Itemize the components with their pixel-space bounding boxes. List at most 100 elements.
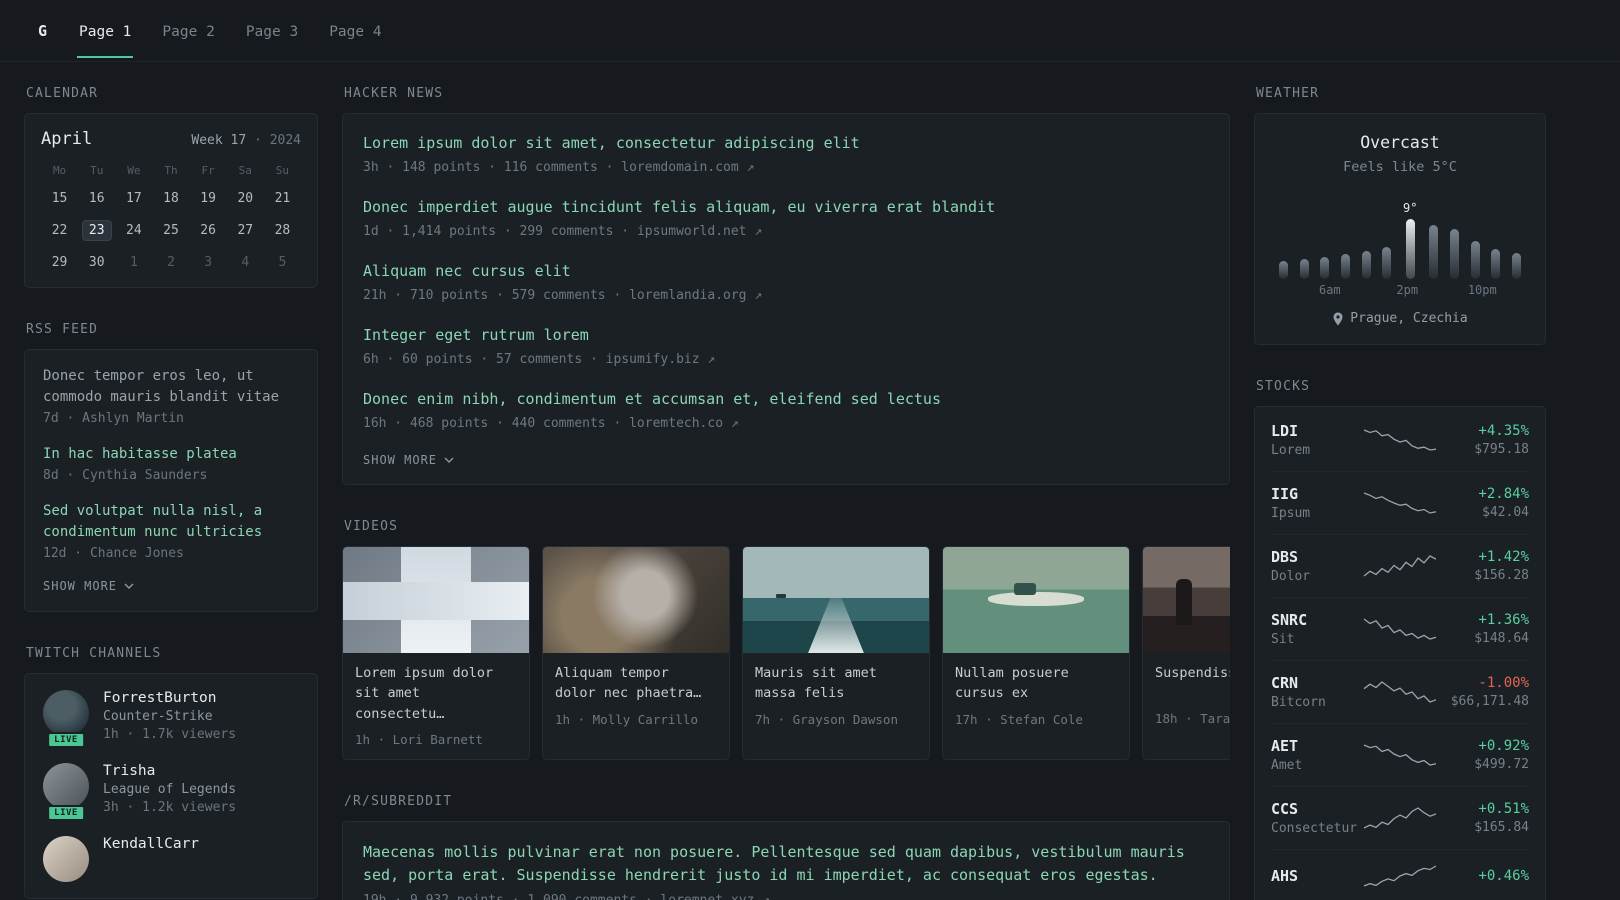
dashboard: G Page 1 Page 2 Page 3 Page 4 CALENDAR A… [0,0,1620,900]
video-body: Nullam posuere cursus ex 17h · Stefan Co… [943,653,1129,739]
stock-row[interactable]: SNRC Sit +1.36% $148.64 [1271,598,1529,661]
calendar-day: 22 [51,223,68,238]
hackernews-item-title[interactable]: Lorem ipsum dolor sit amet, consectetur … [363,133,1209,154]
hackernews-item-meta: 21h · 710 points · 579 comments · loreml… [363,288,1209,303]
live-badge: LIVE [47,732,85,748]
twitch-widget: TWITCH CHANNELS LIVE ForrestBurton Count… [24,646,318,899]
stock-price: $66,171.48 [1450,694,1529,709]
video-thumbnail[interactable] [343,547,529,653]
tab-page-3[interactable]: Page 3 [244,4,300,58]
stock-row[interactable]: AET Amet +0.92% $499.72 [1271,724,1529,787]
stock-symbol: LDI [1271,422,1299,440]
stock-symbol: DBS [1271,548,1299,566]
calendar-section-title: CALENDAR [26,86,99,101]
stock-row[interactable]: CRN Bitcorn -1.00% $66,171.48 [1271,661,1529,724]
stock-row[interactable]: DBS Dolor +1.42% $156.28 [1271,535,1529,598]
video-title[interactable]: Lorem ipsum dolor sit amet consectetu… [355,663,517,724]
stocks-card: LDI Lorem +4.35% $795.18 IIG Ipsum +2.84… [1254,406,1546,900]
hackernews-item-title[interactable]: Aliquam nec cursus elit [363,261,1209,282]
video-body: Aliquam tempor dolor nec phaetra… 1h · M… [543,653,729,739]
avatar [43,763,89,809]
stock-row[interactable]: CCS Consectetur +0.51% $165.84 [1271,787,1529,850]
rss-item-title[interactable]: Donec tempor eros leo, ut commodo mauris… [43,366,299,408]
video-card[interactable]: Aliquam tempor dolor nec phaetra… 1h · M… [542,546,730,760]
stock-symbol: CCS [1271,800,1299,818]
channel-meta: 3h · 1.2k viewers [103,800,237,815]
item-source: ipsumworld.net [636,224,747,239]
video-card[interactable]: Mauris sit amet massa felis 7h · Grayson… [742,546,930,760]
twitch-section-title: TWITCH CHANNELS [26,646,162,661]
avatar [43,690,89,736]
video-card[interactable]: Lorem ipsum dolor sit amet consectetu… 1… [342,546,530,760]
item-source: loremlandia.org [629,288,747,303]
weather-bar-column [1511,253,1521,279]
weather-location-text: Prague, Czechia [1350,311,1468,326]
hackernews-show-more-button[interactable]: SHOW MORE [363,453,1209,467]
item-source-link[interactable]: loremtech.co ↗ [629,416,739,431]
subreddit-post-title[interactable]: Maecenas mollis pulvinar erat non posuer… [363,841,1209,888]
video-thumbnail[interactable] [743,547,929,653]
twitch-channel[interactable]: KendallCarr [43,836,299,882]
stock-price: $795.18 [1474,442,1529,457]
stock-price: $156.28 [1474,568,1529,583]
calendar-year: 2024 [269,133,301,148]
twitch-channel[interactable]: LIVE ForrestBurton Counter-Strike 1h · 1… [43,690,299,748]
hackernews-item: Aliquam nec cursus elit 21h · 710 points… [363,261,1209,303]
video-card[interactable]: Nullam posuere cursus ex 17h · Stefan Co… [942,546,1130,760]
twitch-avatar-wrap [43,836,89,882]
stock-change: +0.92% [1478,738,1529,754]
tab-page-1[interactable]: Page 1 [77,4,134,58]
hackernews-item-title[interactable]: Donec imperdiet augue tincidunt felis al… [363,197,1209,218]
rss-section-title: RSS FEED [26,322,99,337]
stock-row[interactable]: IIG Ipsum +2.84% $42.04 [1271,472,1529,535]
weather-card: Overcast Feels like 5°C 9° 6am 2pm 10pm … [1254,113,1546,345]
channel-meta: 1h · 1.7k viewers [103,727,237,742]
item-source-link[interactable]: ipsumify.biz ↗ [606,352,716,367]
item-meta-text: 1d · 1,414 points · 299 comments · [363,224,630,239]
stock-identity: SNRC Sit [1271,611,1363,647]
video-meta: 1h · Molly Carrillo [555,711,698,727]
video-title[interactable]: Suspendisse diam [1155,663,1230,703]
video-thumbnail[interactable] [543,547,729,653]
stocks-widget: STOCKS LDI Lorem +4.35% $795.18 IIG Ipsu… [1254,379,1546,900]
twitch-channel[interactable]: LIVE Trisha League of Legends 3h · 1.2k … [43,763,299,821]
rss-item-title[interactable]: Sed volutpat nulla nisl, a condimentum n… [43,501,299,543]
weather-widget: WEATHER Overcast Feels like 5°C 9° 6am 2… [1254,86,1546,345]
weather-time-labels: 6am 2pm 10pm [1279,283,1521,299]
item-source-link[interactable]: loremlandia.org ↗ [629,288,762,303]
weather-bar [1491,249,1501,279]
stock-identity: DBS Dolor [1271,548,1363,584]
item-source-link[interactable]: loremnet.xyz ↗ [660,893,770,900]
videos-section-title: VIDEOS [344,519,399,534]
stock-values: +4.35% $795.18 [1437,423,1529,457]
video-thumbnail[interactable] [1143,547,1230,653]
item-source-link[interactable]: ipsumworld.net ↗ [637,224,762,239]
stock-row[interactable]: LDI Lorem +4.35% $795.18 [1271,409,1529,472]
video-body: Mauris sit amet massa felis 7h · Grayson… [743,653,929,739]
rss-show-more-button[interactable]: SHOW MORE [43,579,299,593]
calendar-weekday: Tu [90,164,104,177]
hackernews-item-title[interactable]: Integer eget rutrum lorem [363,325,1209,346]
stock-values: +1.36% $148.64 [1437,612,1529,646]
weather-bar [1320,257,1330,279]
stock-row[interactable]: AHS +0.46% [1271,850,1529,900]
channel-category: League of Legends [103,782,237,797]
weather-bar-column [1491,249,1501,279]
video-card[interactable]: Suspendisse diam 18h · Tara [1142,546,1230,760]
video-title[interactable]: Aliquam tempor dolor nec phaetra… [555,663,717,704]
stock-symbol: SNRC [1271,611,1308,629]
rss-item-meta: 7d · Ashlyn Martin [43,411,184,426]
stock-change: +1.36% [1478,612,1529,628]
weather-bar-column [1299,259,1309,279]
stock-change: -1.00% [1478,675,1529,691]
hackernews-item: Integer eget rutrum lorem 6h · 60 points… [363,325,1209,367]
video-title[interactable]: Nullam posuere cursus ex [955,663,1117,704]
hackernews-item-title[interactable]: Donec enim nibh, condimentum et accumsan… [363,389,1209,410]
tab-page-2[interactable]: Page 2 [160,4,216,58]
item-source-link[interactable]: loremdomain.com ↗ [621,160,754,175]
tab-page-4[interactable]: Page 4 [327,4,383,58]
video-thumbnail[interactable] [943,547,1129,653]
video-title[interactable]: Mauris sit amet massa felis [755,663,917,704]
stock-identity: AET Amet [1271,737,1363,773]
rss-item-title[interactable]: In hac habitasse platea [43,444,299,465]
